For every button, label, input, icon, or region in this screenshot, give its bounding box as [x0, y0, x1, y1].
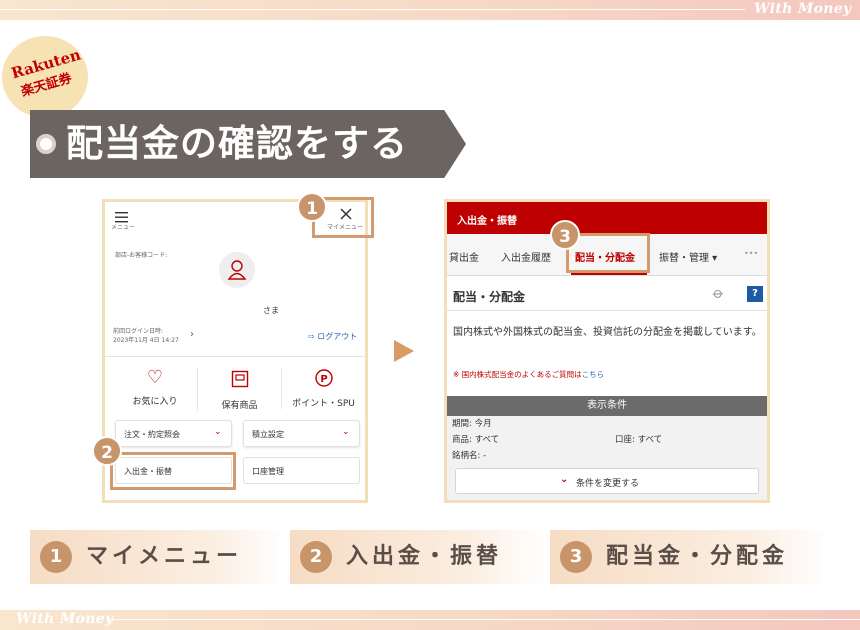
chevron-down-icon: ⌄: [214, 427, 222, 437]
favorites-button[interactable]: ♡ お気に入り: [113, 367, 197, 408]
step-number: 1: [40, 541, 72, 573]
change-conditions-button[interactable]: ⌄ 条件を変更する: [455, 468, 759, 494]
more-icon[interactable]: •••: [744, 249, 758, 258]
step-label: 配当金・分配金: [606, 544, 789, 569]
logout-icon: ⇨: [308, 332, 318, 341]
savings-label: 積立設定: [252, 430, 284, 439]
savings-menu-button[interactable]: 積立設定 ⌄: [243, 420, 360, 447]
step-number: 2: [300, 541, 332, 573]
step-marker-3: 3: [550, 220, 580, 250]
divider: [447, 310, 767, 311]
paperclip-icon[interactable]: ⌀: [709, 283, 727, 303]
tab-history[interactable]: 入出金履歴: [501, 249, 551, 264]
conditions-header: 表示条件: [447, 396, 767, 416]
account-menu-button[interactable]: 口座管理: [243, 457, 360, 484]
heart-icon: ♡: [146, 367, 164, 388]
step-label: マイメニュー: [86, 544, 243, 569]
period-value: 期間: 今月: [452, 419, 492, 429]
faq-link[interactable]: こちら: [582, 370, 605, 379]
faq-note-text: ※ 国内株式配当金のよくあるご質問は: [453, 370, 582, 379]
tab-transfer[interactable]: 振替・管理 ▾: [659, 249, 717, 264]
step-label: 入出金・振替: [346, 544, 503, 569]
menu-label: メニュー: [111, 224, 136, 231]
top-ribbon: With Money: [0, 0, 860, 20]
step-number: 3: [560, 541, 592, 573]
logout-label: ログアウト: [317, 332, 358, 341]
page-title: 配当金の確認をする: [66, 122, 408, 165]
step-3: 3 配当金・分配金: [550, 530, 830, 584]
brand-logo: With Money: [754, 1, 852, 17]
description: 国内株式や外国株式の配当金、投資信託の分配金を掲載しています。: [453, 327, 762, 338]
change-conditions-label: 条件を変更する: [576, 479, 640, 489]
help-icon[interactable]: ?: [747, 286, 763, 302]
account-value: 口座: すべて: [615, 435, 663, 445]
points-icon: P: [314, 369, 333, 387]
avatar: [219, 252, 255, 288]
ribbon-line: [0, 9, 745, 10]
points-label: ポイント・SPU: [292, 399, 355, 409]
header-title: 入出金・振替: [457, 216, 517, 227]
faq-note: ※ 国内株式配当金のよくあるご質問はこちら: [453, 369, 604, 380]
step-2: 2 入出金・振替: [290, 530, 546, 584]
orders-menu-button[interactable]: 注文・約定照会 ⌄: [115, 420, 232, 447]
title-bullet-icon: [36, 134, 56, 154]
next-arrow-icon: [394, 340, 414, 362]
bottom-ribbon: With Money: [0, 610, 860, 630]
brand-logo: With Money: [16, 611, 114, 627]
step-marker-1: 1: [297, 192, 327, 222]
holdings-label: 保有商品: [221, 401, 258, 411]
stock-name-value: 銘柄名: -: [452, 451, 487, 461]
chevron-right-icon: ›: [190, 329, 194, 340]
page-header: 入出金・振替: [447, 202, 767, 234]
favorites-label: お気に入り: [132, 397, 178, 407]
logout-link[interactable]: ⇨ ログアウト: [308, 331, 357, 342]
chevron-down-icon: ⌄: [342, 427, 350, 437]
step-marker-2: 2: [92, 436, 122, 466]
chevron-down-icon: ⌄: [560, 474, 569, 485]
section-title: 配当・分配金: [453, 290, 526, 304]
highlight-deposit: [110, 452, 236, 490]
ribbon-line: [110, 619, 860, 620]
account-label: 口座管理: [252, 467, 284, 476]
holdings-button[interactable]: 保有商品: [197, 368, 281, 411]
svg-text:P: P: [320, 374, 327, 385]
step-1: 1 マイメニュー: [30, 530, 286, 584]
last-login-label: 前回ログイン日時:: [113, 328, 164, 335]
last-login-value: 2023年11月 4日 14:27: [113, 337, 179, 344]
last-login[interactable]: 前回ログイン日時: 2023年11月 4日 14:27: [113, 326, 179, 344]
holdings-icon: [231, 370, 248, 388]
points-button[interactable]: P ポイント・SPU: [281, 368, 365, 409]
tab-loan[interactable]: 貸出金: [449, 249, 479, 264]
divider: [105, 356, 365, 357]
customer-name: さま: [263, 306, 279, 315]
orders-label: 注文・約定照会: [124, 430, 180, 439]
branch-code-label: 部店-お客様コード:: [115, 252, 168, 259]
user-icon: [227, 260, 247, 280]
product-value: 商品: すべて: [452, 435, 500, 445]
